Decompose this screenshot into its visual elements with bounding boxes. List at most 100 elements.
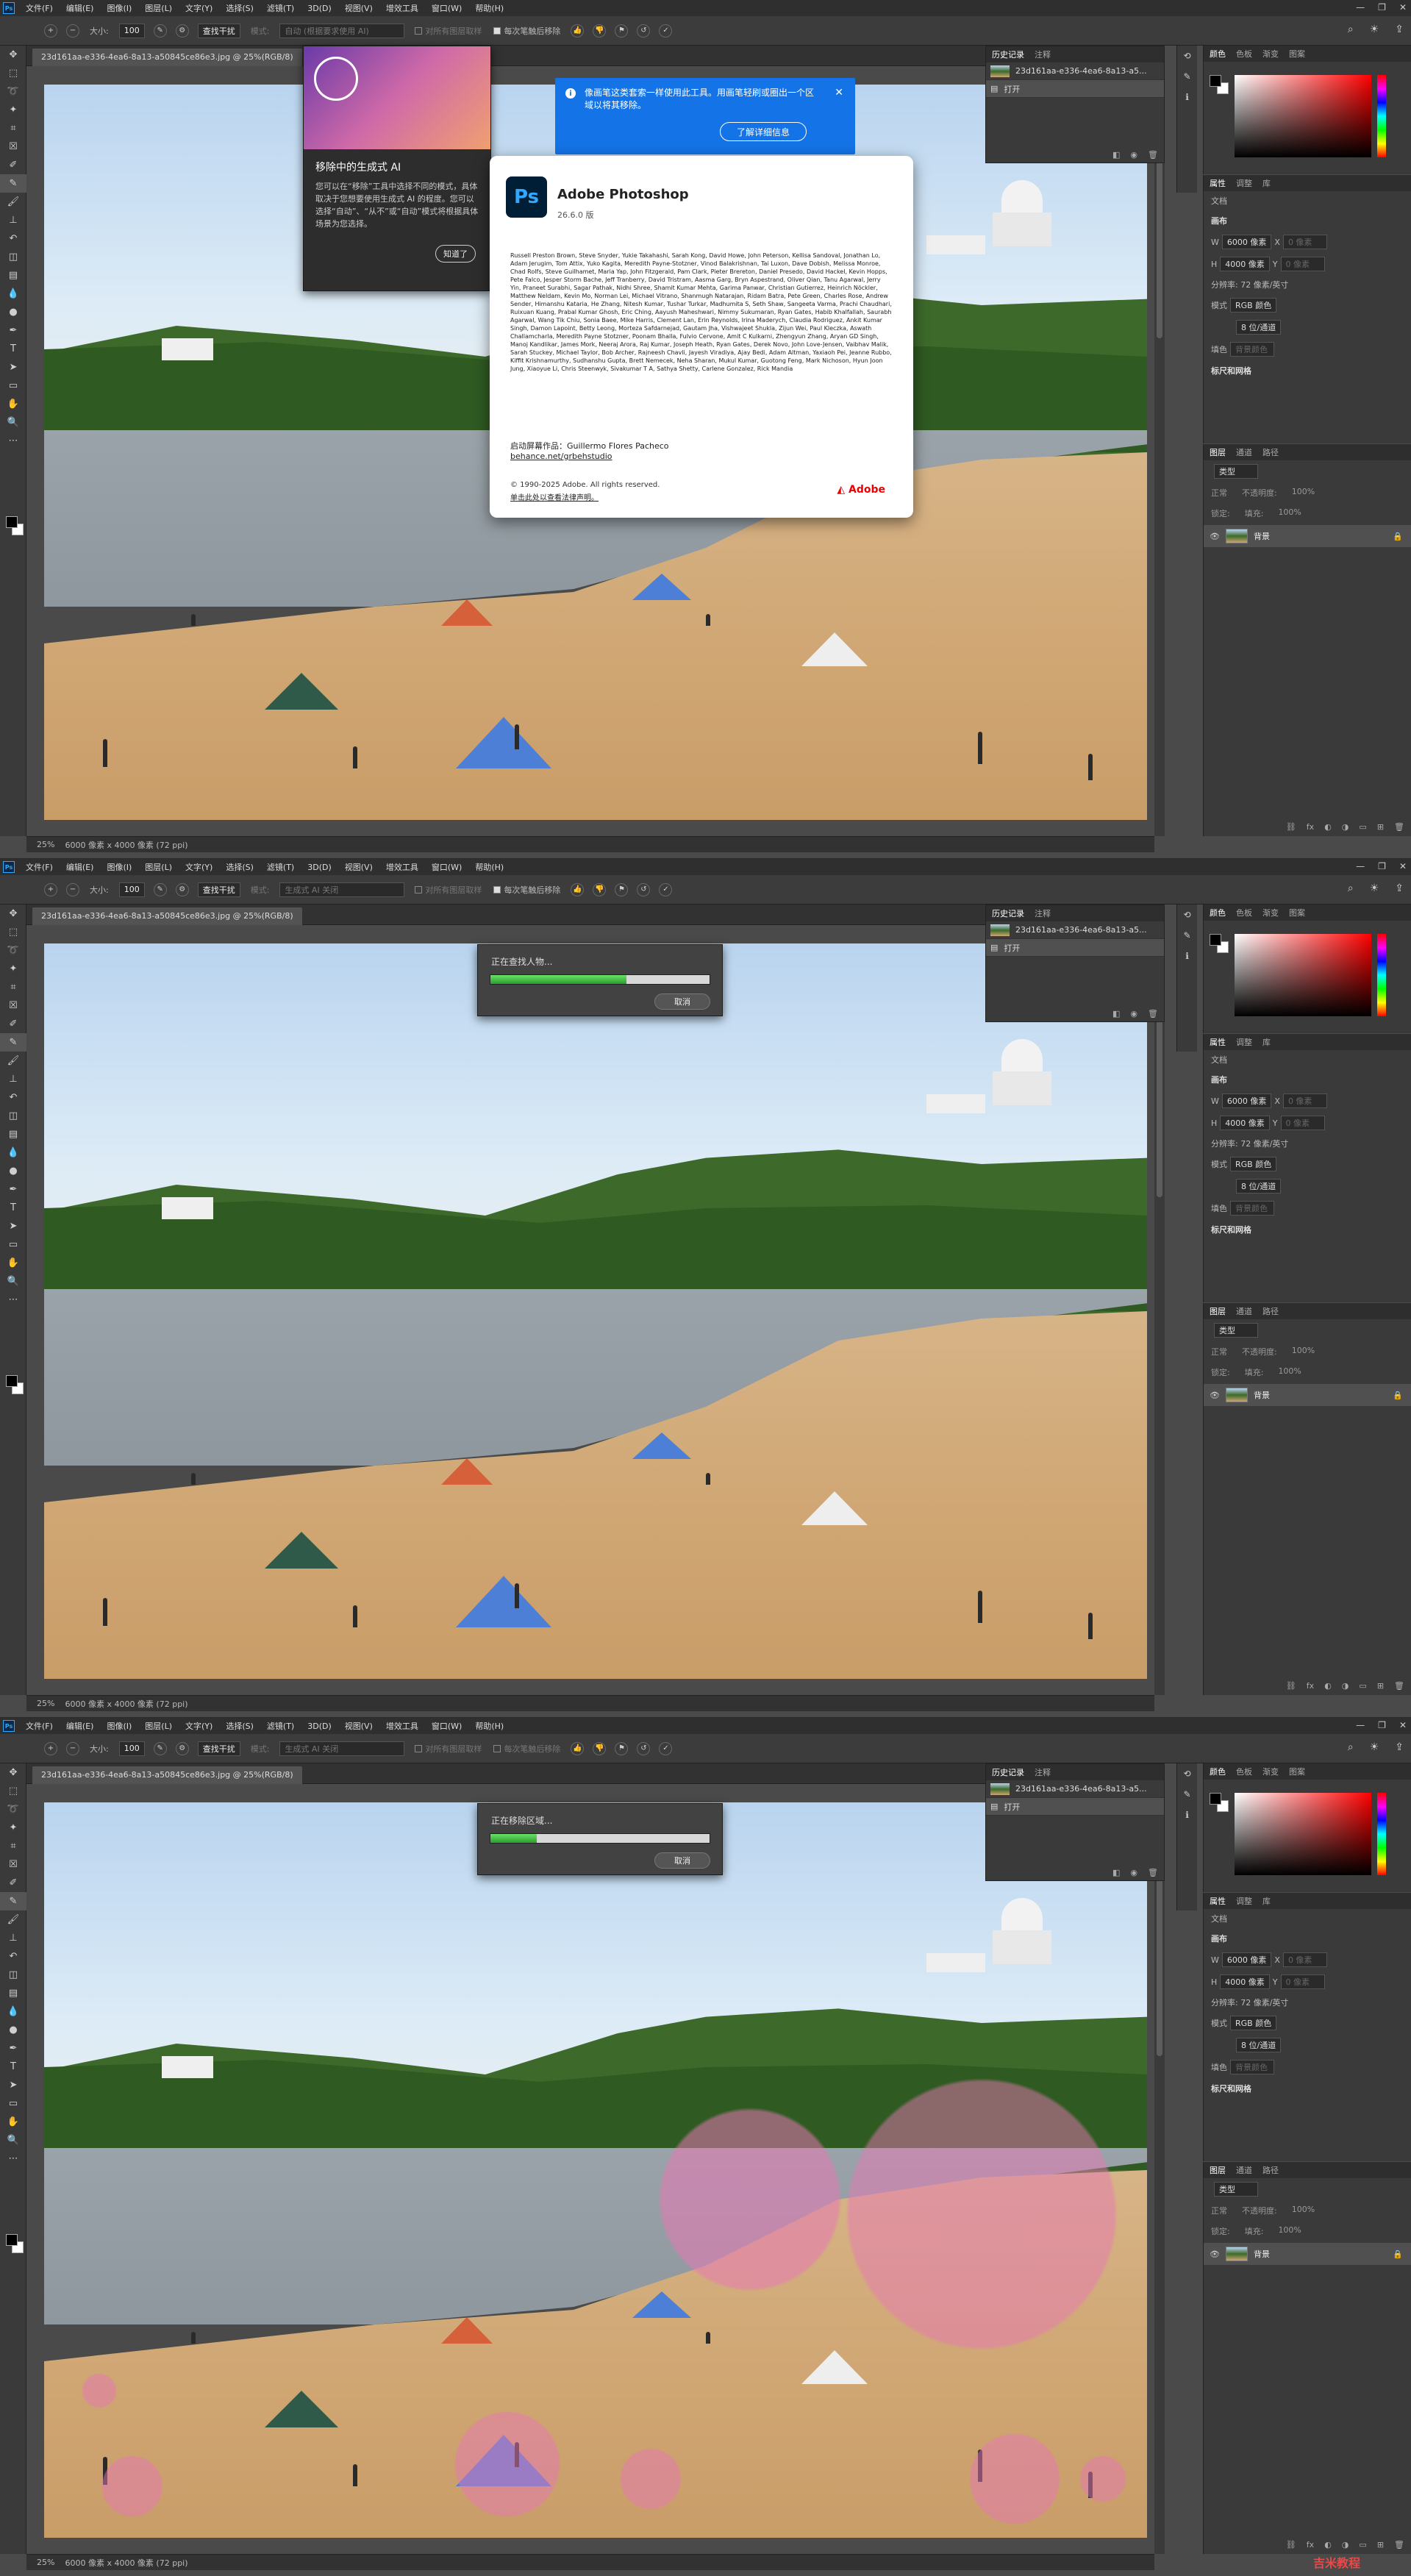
new-layer-icon[interactable]: ⊞: [1377, 2540, 1384, 2550]
snapshot-new-icon[interactable]: ◧: [1112, 1009, 1120, 1018]
dodge-tool-icon[interactable]: ●: [0, 303, 26, 321]
eye-icon[interactable]: 👁: [1210, 1391, 1220, 1400]
tab-gradients[interactable]: 渐变: [1262, 1766, 1279, 1777]
rulers-section[interactable]: 标尺和网格: [1204, 360, 1411, 381]
move-tool-icon[interactable]: ✥: [0, 46, 26, 64]
info-dock-icon[interactable]: ℹ: [1177, 1805, 1197, 1825]
opacity-value[interactable]: 100%: [1292, 2205, 1315, 2216]
document-canvas[interactable]: [44, 943, 1147, 1679]
more-tools-icon[interactable]: ⋯: [0, 2149, 26, 2168]
menu-type[interactable]: 文字(Y): [179, 2, 219, 14]
mask-icon[interactable]: ◐: [1324, 822, 1332, 832]
marquee-tool-icon[interactable]: ⬚: [0, 923, 26, 941]
menu-edit[interactable]: 编辑(E): [60, 2, 101, 14]
share-icon[interactable]: ⇪: [1395, 1741, 1404, 1753]
crop-tool-icon[interactable]: ⌗: [0, 1837, 26, 1855]
tab-notes[interactable]: 注释: [1035, 1766, 1051, 1778]
brush-subtract-icon[interactable]: −: [66, 882, 79, 896]
share-icon[interactable]: ⇪: [1395, 24, 1404, 35]
tab-channels[interactable]: 通道: [1236, 1305, 1252, 1317]
history-brush-icon[interactable]: ↶: [0, 229, 26, 248]
zoom-level[interactable]: 25%: [37, 840, 54, 849]
search-icon[interactable]: ⌕: [1348, 24, 1354, 35]
eraser-tool-icon[interactable]: ◫: [0, 248, 26, 266]
zoom-tool-icon[interactable]: 🔍: [0, 413, 26, 432]
color-field[interactable]: [1235, 75, 1371, 157]
menu-filter[interactable]: 滤镜(T): [260, 2, 301, 14]
close-icon[interactable]: ✕: [1399, 2, 1407, 13]
menu-type[interactable]: 文字(Y): [179, 861, 219, 873]
tab-channels[interactable]: 通道: [1236, 446, 1252, 458]
tab-adjustments[interactable]: 调整: [1236, 1036, 1252, 1048]
history-step-open[interactable]: 打开: [1004, 83, 1020, 95]
stamp-tool-icon[interactable]: ⊥: [0, 1929, 26, 1947]
brush-tool-icon[interactable]: 🖌: [0, 1910, 26, 1929]
marquee-tool-icon[interactable]: ⬚: [0, 64, 26, 82]
blend-mode-select[interactable]: 正常: [1211, 1346, 1227, 1357]
adjustment-icon[interactable]: ◑: [1342, 822, 1349, 832]
menu-3d[interactable]: 3D(D): [301, 1722, 338, 1731]
canvas-section[interactable]: 画布: [1204, 1069, 1411, 1090]
got-it-button[interactable]: 知道了: [435, 245, 476, 263]
trash-icon[interactable]: 🗑: [1394, 2540, 1404, 2550]
flag-icon[interactable]: ⚑: [615, 1741, 629, 1755]
path-select-icon[interactable]: ➤: [0, 2076, 26, 2094]
pressure-icon[interactable]: ✎: [153, 24, 167, 38]
pressure-icon[interactable]: ✎: [153, 1741, 167, 1755]
fx-icon[interactable]: fx: [1307, 822, 1314, 832]
menu-image[interactable]: 图像(I): [100, 861, 138, 873]
fill-select[interactable]: 背景颜色: [1230, 1201, 1274, 1216]
menu-file[interactable]: 文件(F): [19, 1720, 60, 1732]
height-field[interactable]: 4000 像素: [1220, 1974, 1270, 1989]
foreground-color[interactable]: [1210, 934, 1221, 946]
fx-icon[interactable]: fx: [1307, 1681, 1314, 1691]
move-tool-icon[interactable]: ✥: [0, 1763, 26, 1782]
x-field[interactable]: 0 像素: [1282, 1952, 1327, 1967]
history-brush-icon[interactable]: ↶: [0, 1088, 26, 1107]
find-distractions-button[interactable]: 查找干扰: [197, 23, 240, 38]
history-snapshot[interactable]: 23d161aa-e336-4ea6-8a13-a5...: [1015, 925, 1147, 935]
gradient-tool-icon[interactable]: ▤: [0, 266, 26, 285]
fx-icon[interactable]: fx: [1307, 2540, 1314, 2550]
menu-layer[interactable]: 图层(L): [138, 2, 179, 14]
color-mode-select[interactable]: RGB 颜色: [1230, 2016, 1277, 2030]
search-icon[interactable]: ⌕: [1348, 1741, 1354, 1753]
menu-view[interactable]: 视图(V): [338, 1720, 379, 1732]
menu-help[interactable]: 帮助(H): [468, 2, 510, 14]
shape-tool-icon[interactable]: ▭: [0, 377, 26, 395]
brush-dock-icon[interactable]: ✎: [1177, 1784, 1197, 1805]
hue-slider[interactable]: [1377, 934, 1386, 1016]
tab-libraries[interactable]: 库: [1262, 1895, 1271, 1907]
tab-libraries[interactable]: 库: [1262, 177, 1271, 189]
restore-icon[interactable]: ❐: [1378, 2, 1386, 13]
quick-select-tool-icon[interactable]: ✦: [0, 1819, 26, 1837]
thumbs-up-icon[interactable]: 👍: [571, 882, 585, 896]
new-layer-icon[interactable]: ⊞: [1377, 1681, 1384, 1691]
adjustment-icon[interactable]: ◑: [1342, 2540, 1349, 2550]
path-select-icon[interactable]: ➤: [0, 1217, 26, 1235]
trash-icon[interactable]: 🗑: [1394, 822, 1404, 832]
trash-icon[interactable]: 🗑: [1148, 1868, 1158, 1877]
shape-tool-icon[interactable]: ▭: [0, 2094, 26, 2113]
history-snapshot[interactable]: 23d161aa-e336-4ea6-8a13-a5...: [1015, 66, 1147, 76]
vertical-scrollbar[interactable]: [1154, 1784, 1165, 2554]
document-tab[interactable]: 23d161aa-e336-4ea6-8a13-a50845ce86e3.jpg…: [32, 907, 302, 925]
more-tools-icon[interactable]: ⋯: [0, 432, 26, 450]
vertical-scrollbar[interactable]: [1154, 925, 1165, 1695]
info-dock-icon[interactable]: ℹ: [1177, 946, 1197, 966]
layer-filter-input[interactable]: 类型: [1214, 1323, 1258, 1338]
tab-patterns[interactable]: 图案: [1289, 907, 1305, 918]
tab-paths[interactable]: 路径: [1262, 1305, 1279, 1317]
type-tool-icon[interactable]: T: [0, 340, 26, 358]
undo-icon[interactable]: ↺: [637, 24, 651, 38]
menu-help[interactable]: 帮助(H): [468, 861, 510, 873]
pen-tool-icon[interactable]: ✒: [0, 2039, 26, 2058]
color-mode-select[interactable]: RGB 颜色: [1230, 298, 1277, 313]
tab-patterns[interactable]: 图案: [1289, 48, 1305, 60]
flag-icon[interactable]: ⚑: [615, 882, 629, 896]
camera-icon[interactable]: ◉: [1130, 1868, 1137, 1877]
folder-icon[interactable]: ▭: [1359, 1681, 1366, 1691]
minimize-icon[interactable]: —: [1356, 1720, 1365, 1730]
zoom-level[interactable]: 25%: [37, 2558, 54, 2567]
blend-mode-select[interactable]: 正常: [1211, 487, 1227, 499]
